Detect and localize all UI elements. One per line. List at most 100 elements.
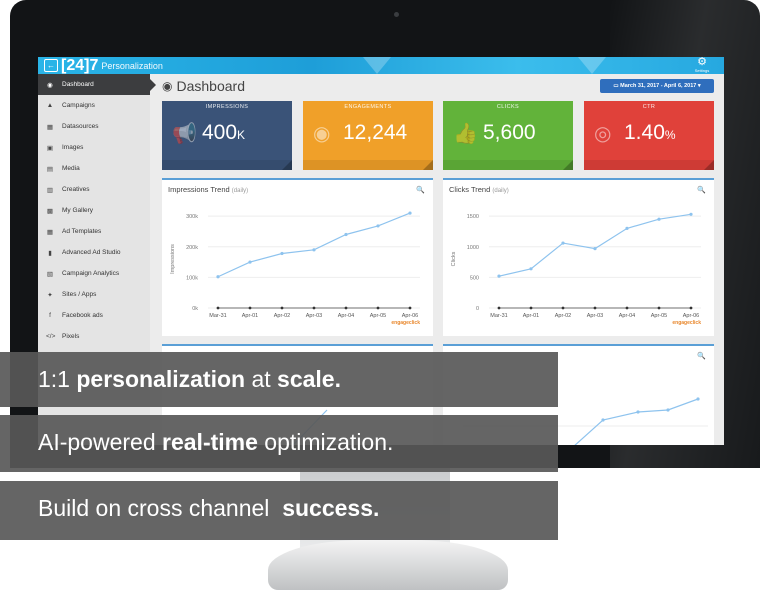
baseline-point <box>657 306 661 310</box>
sidebar-item-media[interactable]: ▤ Media <box>38 158 150 179</box>
stat-number: 12,244 <box>343 121 408 144</box>
stat-fold <box>423 160 433 170</box>
data-point <box>636 410 640 414</box>
sidebar-item-facebook-ads[interactable]: f Facebook ads <box>38 305 150 326</box>
sidebar-item-label: Facebook ads <box>62 312 103 319</box>
page-title-text: Dashboard <box>176 78 245 94</box>
stat-label: IMPRESSIONS <box>205 104 249 110</box>
caption-text: personalization <box>76 366 246 392</box>
stat-unit: % <box>664 128 676 142</box>
stat-value: 400K <box>202 121 245 145</box>
stat-number: 1.40 <box>624 121 665 144</box>
back-arrow-icon[interactable]: ← <box>44 59 58 72</box>
sidebar-item-images[interactable]: ▣ Images <box>38 137 150 158</box>
data-point <box>666 408 670 412</box>
stat-label: CLICKS <box>496 104 520 110</box>
camera-dot <box>394 12 399 17</box>
data-point <box>696 397 700 401</box>
stat-card-engagements[interactable]: ENGAGEMENTS ◉ 12,244 <box>303 101 433 170</box>
data-point <box>408 211 412 215</box>
caption-text: Build on cross channel <box>38 495 283 521</box>
settings-label: Settings <box>694 68 710 73</box>
sidebar-item-label: Campaign Analytics <box>62 270 120 277</box>
stat-label: CTR <box>642 104 656 110</box>
clicks-trend-panel: Clicks Trend (daily) 🔍 0 500 1000 1500 Click… <box>443 178 714 336</box>
zoom-icon[interactable]: 🔍 <box>697 352 706 360</box>
x-tick-label: Mar-31 <box>209 313 226 319</box>
series-line <box>498 213 692 277</box>
stat-footer <box>303 160 433 170</box>
topbar-decoration <box>363 57 391 74</box>
baseline-point <box>529 306 533 310</box>
y-axis-label: Clicks <box>451 251 457 266</box>
gallery-icon: ▩ <box>46 207 54 215</box>
baseline-point <box>216 306 220 310</box>
sidebar-item-ad-templates[interactable]: ▦ Ad Templates <box>38 221 150 242</box>
analytics-icon: ▧ <box>46 270 54 278</box>
caption-text: scale. <box>277 366 341 392</box>
caption-text: success. <box>282 495 380 521</box>
settings-button[interactable]: ⚙ Settings <box>692 57 712 74</box>
stat-value: 1.40% <box>624 121 676 145</box>
sidebar-item-my-gallery[interactable]: ▩ My Gallery <box>38 200 150 221</box>
sidebar-item-label: Pixels <box>62 333 80 340</box>
sidebar-item-dashboard[interactable]: ◉ Dashboard <box>38 74 156 95</box>
x-tick-label: Apr-02 <box>555 313 572 319</box>
date-range-button[interactable]: ▭ March 31, 2017 - April 6, 2017 ▾ <box>600 79 714 93</box>
caption-text: 1:1 <box>38 366 77 392</box>
sidebar-item-sites-apps[interactable]: ✦ Sites / Apps <box>38 284 150 305</box>
y-tick-label: 300k <box>186 214 198 220</box>
stat-card-impressions[interactable]: IMPRESSIONS 📢 400K <box>162 101 292 170</box>
x-tick-label: Apr-04 <box>619 313 636 319</box>
x-tick-label: Apr-04 <box>338 313 355 319</box>
sidebar-item-label: Media <box>62 165 80 172</box>
thumbs-up-icon: 👍 <box>453 123 478 145</box>
sidebar-item-advanced-ad-studio[interactable]: ▮ Advanced Ad Studio <box>38 242 150 263</box>
data-point <box>601 418 605 422</box>
y-tick-label: 0k <box>192 306 198 312</box>
stat-value: 5,600 <box>483 121 536 145</box>
sidebar-item-label: Sites / Apps <box>62 291 97 298</box>
x-tick-label: Apr-05 <box>370 313 387 319</box>
stat-number: 400 <box>202 121 238 144</box>
caption-text: AI-powered <box>38 429 163 455</box>
sidebar-item-label: Ad Templates <box>62 228 102 235</box>
facebook-icon: f <box>49 312 51 319</box>
caption-1: 1:1 personalization at scale. <box>0 352 558 407</box>
sidebar-item-creatives[interactable]: ▥ Creatives <box>38 179 150 200</box>
sidebar-item-datasources[interactable]: ▦ Datasources <box>38 116 150 137</box>
x-tick-label: Apr-01 <box>523 313 540 319</box>
stat-fold <box>704 160 714 170</box>
baseline-point <box>344 306 348 310</box>
sidebar-item-label: Creatives <box>62 186 90 193</box>
chart-watermark: engageclick <box>672 320 701 326</box>
sidebar-item-label: Dashboard <box>62 81 94 88</box>
pixels-icon: </> <box>46 333 56 340</box>
sidebar-item-label: Campaigns <box>62 102 95 109</box>
data-point <box>657 217 661 221</box>
data-point <box>248 260 252 264</box>
sidebar-item-label: My Gallery <box>62 207 94 214</box>
eye-icon: ◉ <box>313 123 331 145</box>
studio-icon: ▮ <box>48 249 52 257</box>
datasources-icon: ▦ <box>46 123 54 131</box>
stat-fold <box>563 160 573 170</box>
sidebar-item-campaign-analytics[interactable]: ▧ Campaign Analytics <box>38 263 150 284</box>
sidebar-item-campaigns[interactable]: ▲ Campaigns <box>38 95 150 116</box>
caption-text: optimization. <box>257 429 394 455</box>
baseline-point <box>497 306 501 310</box>
stat-number: 5,600 <box>483 121 536 144</box>
top-bar: ← [24]7 Personalization ⚙ Settings <box>38 57 724 74</box>
y-tick-label: 500 <box>470 275 479 281</box>
y-tick-label: 200k <box>186 245 198 251</box>
gear-icon: ⚙ <box>697 57 707 68</box>
baseline-point <box>280 306 284 310</box>
app-logo[interactable]: ← [24]7 Personalization <box>44 57 163 74</box>
stat-card-clicks[interactable]: CLICKS 👍 5,600 <box>443 101 573 170</box>
topbar-decoration <box>578 57 606 74</box>
sidebar-item-pixels[interactable]: </> Pixels <box>38 326 150 347</box>
stat-card-ctr[interactable]: CTR ◎ 1.40% <box>584 101 714 170</box>
stat-value: 12,244 <box>343 121 407 145</box>
templates-icon: ▦ <box>46 228 54 236</box>
sidebar-item-label: Datasources <box>62 123 99 130</box>
